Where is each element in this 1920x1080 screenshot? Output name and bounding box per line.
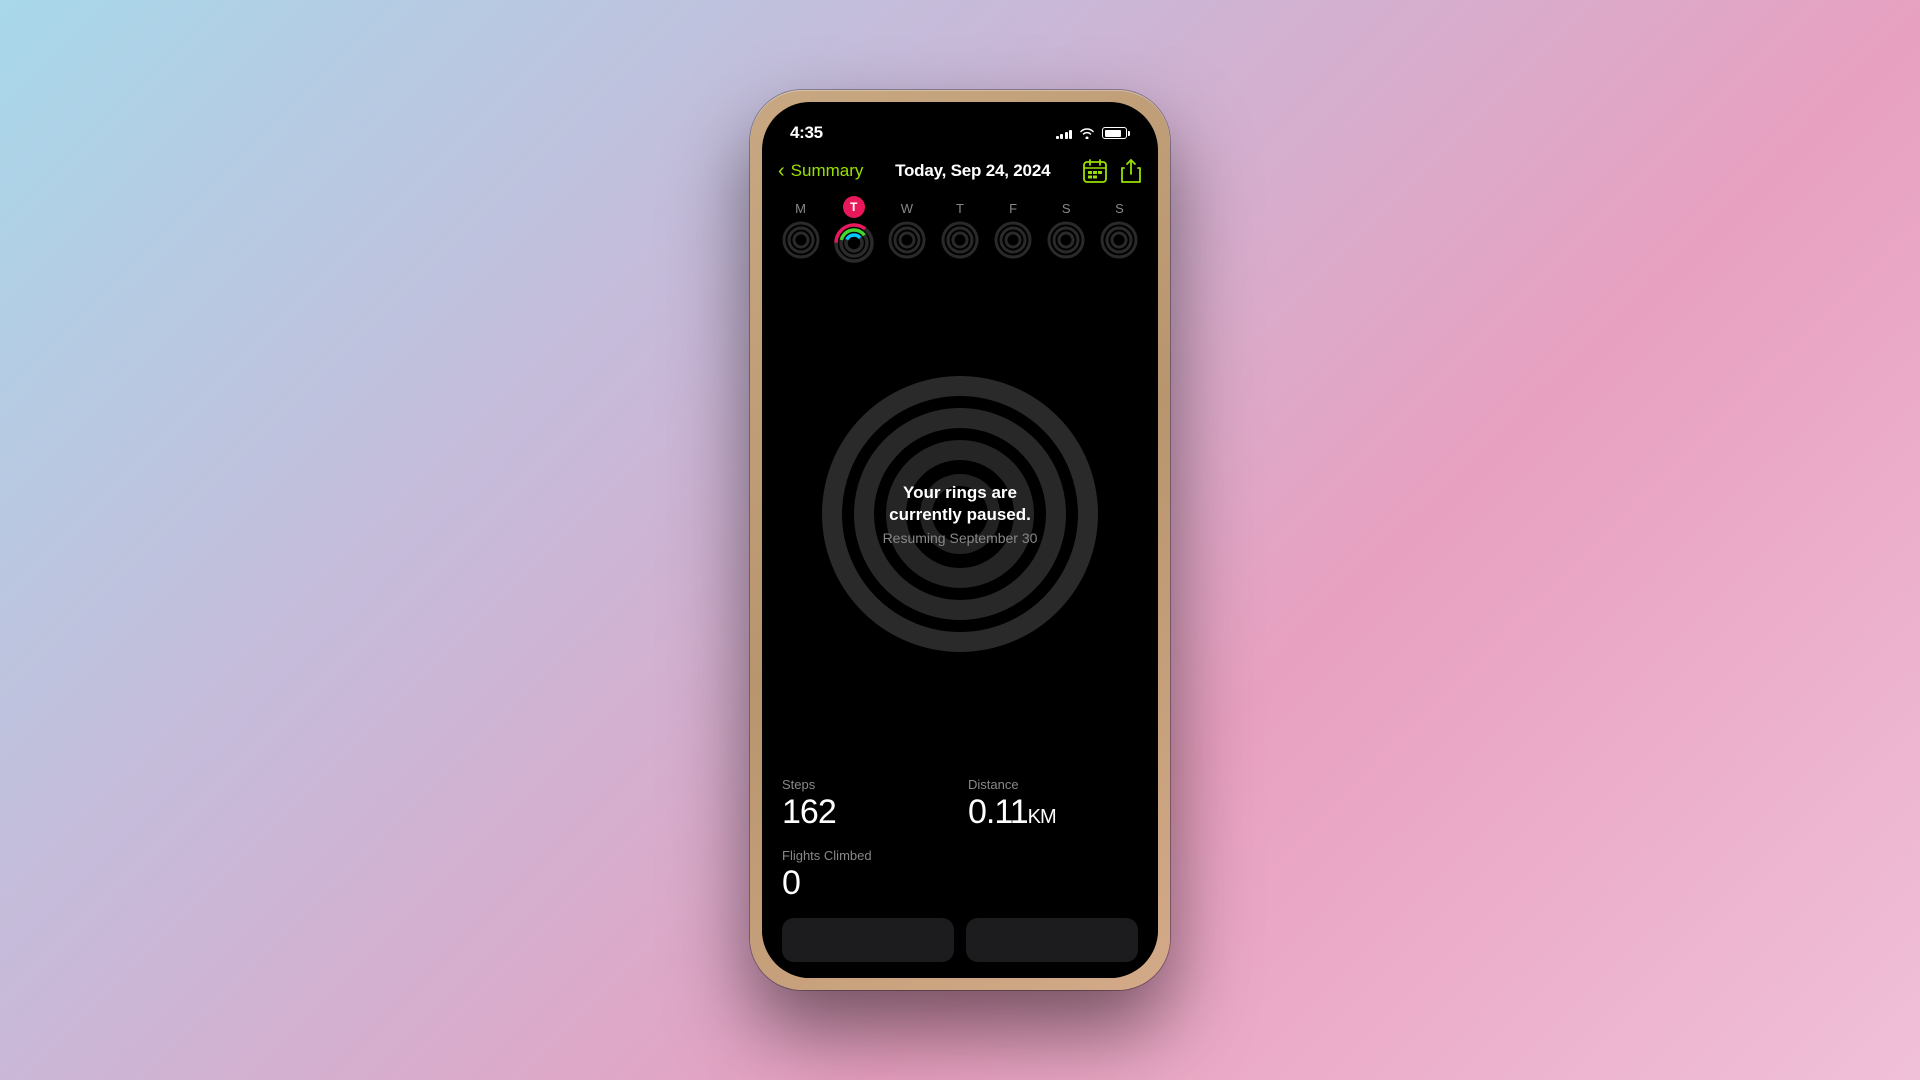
stats-section: Steps 162 Distance 0.11KM Flights Climbe… — [762, 761, 1158, 978]
rings-paused-line1: Your rings are — [883, 482, 1038, 504]
day-ring-sunday — [1099, 220, 1139, 260]
today-badge: T — [843, 196, 865, 218]
status-icons — [1056, 127, 1131, 139]
day-ring-saturday — [1046, 220, 1086, 260]
rings-center-text: Your rings are currently paused. Resumin… — [883, 482, 1038, 546]
rings-area: Your rings are currently paused. Resumin… — [762, 266, 1158, 761]
rings-resuming-text: Resuming September 30 — [883, 530, 1038, 546]
stat-steps: Steps 162 — [782, 777, 952, 831]
day-col-sunday[interactable]: S — [1095, 201, 1143, 260]
status-bar: 4:35 — [762, 102, 1158, 150]
day-col-tuesday[interactable]: T — [830, 196, 878, 264]
day-col-thursday[interactable]: T — [936, 201, 984, 260]
bottom-btn-left[interactable] — [782, 918, 954, 962]
status-time: 4:35 — [790, 123, 823, 143]
chevron-left-icon: ‹ — [778, 161, 785, 181]
day-ring-tuesday-active — [833, 222, 875, 264]
distance-unit: KM — [1028, 806, 1056, 828]
day-col-monday[interactable]: M — [777, 201, 825, 260]
day-ring-friday — [993, 220, 1033, 260]
wifi-icon — [1079, 127, 1095, 139]
distance-value: 0.11KM — [968, 794, 1138, 831]
steps-label: Steps — [782, 777, 952, 792]
flights-label: Flights Climbed — [782, 848, 1138, 863]
day-col-saturday[interactable]: S — [1042, 201, 1090, 260]
stats-row-1: Steps 162 Distance 0.11KM — [782, 777, 1138, 831]
bottom-btn-right[interactable] — [966, 918, 1138, 962]
steps-value: 162 — [782, 794, 952, 831]
day-ring-thursday — [940, 220, 980, 260]
phone-device: 4:35 — [750, 90, 1170, 990]
distance-label: Distance — [968, 777, 1138, 792]
stat-flights: Flights Climbed 0 — [782, 848, 1138, 902]
battery-icon — [1102, 127, 1130, 139]
day-selector: M T — [762, 192, 1158, 266]
nav-header: ‹ Summary Today, Sep 24, 2024 — [762, 150, 1158, 192]
stat-distance: Distance 0.11KM — [968, 777, 1138, 831]
notch — [900, 102, 1020, 136]
day-ring-monday — [781, 220, 821, 260]
flights-value: 0 — [782, 865, 1138, 902]
back-label: Summary — [791, 161, 864, 181]
back-button[interactable]: ‹ Summary — [778, 161, 863, 181]
bottom-actions — [782, 918, 1138, 970]
calendar-icon[interactable] — [1082, 158, 1108, 184]
share-icon[interactable] — [1120, 158, 1142, 184]
signal-icon — [1056, 127, 1073, 139]
rings-container: Your rings are currently paused. Resumin… — [820, 374, 1100, 654]
nav-title: Today, Sep 24, 2024 — [895, 161, 1050, 181]
phone-screen: 4:35 — [762, 102, 1158, 978]
day-col-friday[interactable]: F — [989, 201, 1037, 260]
day-col-wednesday[interactable]: W — [883, 201, 931, 260]
nav-icons — [1082, 158, 1142, 184]
day-ring-wednesday — [887, 220, 927, 260]
rings-paused-line2: currently paused. — [883, 504, 1038, 526]
